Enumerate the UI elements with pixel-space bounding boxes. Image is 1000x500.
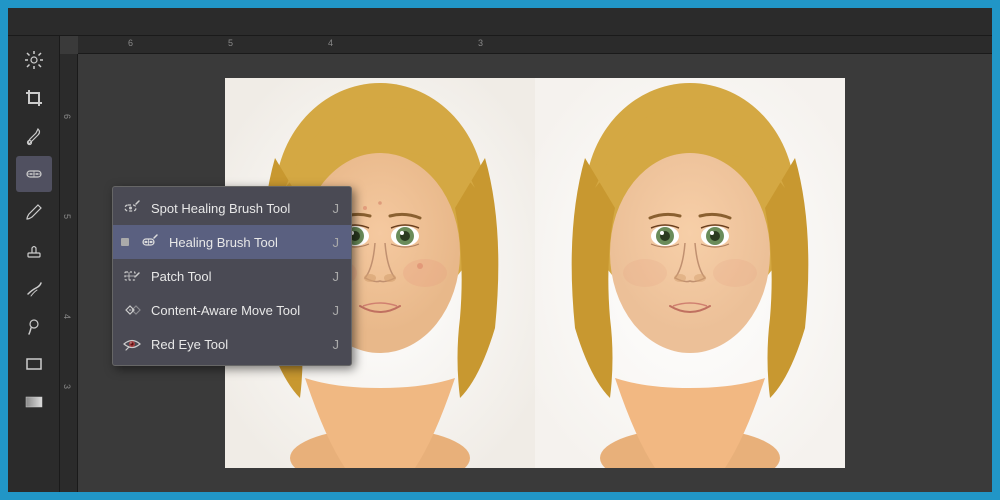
ruler-left: 6 5 4 3: [60, 54, 78, 492]
toolbar: [8, 36, 60, 492]
spot-healing-label: Spot Healing Brush Tool: [151, 201, 305, 216]
top-bar: [8, 8, 992, 36]
red-eye-icon: [121, 333, 143, 355]
spot-healing-icon: [121, 197, 143, 219]
face-after-svg: [535, 78, 845, 468]
healing-brush-icon: [139, 231, 161, 253]
gradient-tool[interactable]: [16, 384, 52, 420]
spot-healing-shortcut: J: [333, 201, 340, 216]
app-window: 6 5 4 3 6 5 4 3 SHUT: [8, 8, 992, 492]
photo-after: SHUTTERSTOCK: [535, 78, 845, 468]
content-aware-label: Content-Aware Move Tool: [151, 303, 305, 318]
smudge-tool[interactable]: [16, 270, 52, 306]
ruler-left-6: 6: [62, 114, 72, 119]
healing-brush-tool[interactable]: [16, 156, 52, 192]
ruler-label-5: 5: [228, 38, 233, 48]
healing-brush-label: Healing Brush Tool: [169, 235, 305, 250]
menu-bullet-healing-brush: [121, 238, 129, 246]
menu-item-healing-brush[interactable]: Healing Brush Tool J: [113, 225, 351, 259]
patch-shortcut: J: [333, 269, 340, 284]
main-area: 6 5 4 3 6 5 4 3 SHUT: [8, 36, 992, 492]
ruler-left-4: 4: [62, 314, 72, 319]
menu-item-red-eye[interactable]: Red Eye Tool J: [113, 327, 351, 361]
ruler-label-3: 3: [478, 38, 483, 48]
red-eye-label: Red Eye Tool: [151, 337, 305, 352]
tool-context-menu: Spot Healing Brush Tool J: [112, 186, 352, 366]
healing-brush-shortcut: J: [333, 235, 340, 250]
content-aware-icon: [121, 299, 143, 321]
brush-tool[interactable]: [16, 194, 52, 230]
ruler-label-6: 6: [128, 38, 133, 48]
menu-item-spot-healing[interactable]: Spot Healing Brush Tool J: [113, 191, 351, 225]
content-aware-shortcut: J: [333, 303, 340, 318]
ruler-top: 6 5 4 3: [78, 36, 992, 54]
ruler-label-4: 4: [328, 38, 333, 48]
dodge-tool[interactable]: [16, 308, 52, 344]
rectangle-tool[interactable]: [16, 346, 52, 382]
stamp-tool[interactable]: [16, 232, 52, 268]
canvas-container: 6 5 4 3 6 5 4 3 SHUT: [60, 36, 992, 492]
crop-tool[interactable]: [16, 80, 52, 116]
ruler-left-3: 3: [62, 384, 72, 389]
eyedropper-tool[interactable]: [16, 118, 52, 154]
red-eye-shortcut: J: [333, 337, 340, 352]
patch-label: Patch Tool: [151, 269, 305, 284]
menu-item-content-aware[interactable]: Content-Aware Move Tool J: [113, 293, 351, 327]
menu-item-patch[interactable]: Patch Tool J: [113, 259, 351, 293]
magic-wand-tool[interactable]: [16, 42, 52, 78]
patch-icon: [121, 265, 143, 287]
ruler-left-5: 5: [62, 214, 72, 219]
